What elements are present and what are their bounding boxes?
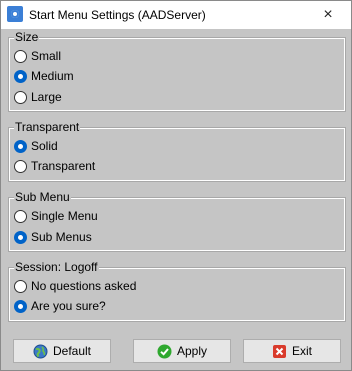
radio-circle bbox=[14, 49, 27, 63]
logoff-group-label: Session: Logoff bbox=[14, 260, 99, 274]
radio-large[interactable]: Large bbox=[14, 88, 62, 106]
exit-button-label: Exit bbox=[291, 344, 312, 358]
radio-label-small: Small bbox=[31, 49, 62, 63]
transparent-group: Transparent Solid Transparent bbox=[8, 120, 346, 182]
transparent-group-label: Transparent bbox=[14, 120, 81, 134]
radio-are-you-sure[interactable]: Are you sure? bbox=[14, 297, 106, 315]
radio-transparent[interactable]: Transparent bbox=[14, 157, 95, 175]
close-x-icon bbox=[272, 344, 287, 359]
size-group: Size Small Medium Large bbox=[8, 30, 346, 112]
radio-label-no-questions: No questions asked bbox=[31, 279, 137, 293]
radio-label-medium: Medium bbox=[31, 69, 74, 83]
submenu-group-label: Sub Menu bbox=[14, 190, 71, 204]
radio-medium[interactable]: Medium bbox=[14, 67, 74, 85]
settings-window: Start Menu Settings (AADServer) × Size S… bbox=[0, 0, 352, 371]
radio-sub-menus[interactable]: Sub Menus bbox=[14, 228, 92, 246]
logoff-group: Session: Logoff No questions asked Are y… bbox=[8, 260, 346, 322]
apply-button[interactable]: Apply bbox=[133, 339, 231, 363]
radio-circle bbox=[14, 159, 27, 173]
radio-circle bbox=[14, 230, 27, 244]
size-group-label: Size bbox=[14, 30, 40, 44]
settings-app-icon bbox=[7, 6, 23, 22]
radio-no-questions[interactable]: No questions asked bbox=[14, 277, 136, 295]
radio-circle bbox=[14, 209, 27, 223]
radio-circle bbox=[14, 139, 27, 153]
title-bar[interactable]: Start Menu Settings (AADServer) × bbox=[1, 1, 351, 29]
radio-label-single-menu: Single Menu bbox=[31, 209, 98, 223]
radio-circle bbox=[14, 69, 27, 83]
radio-circle bbox=[14, 299, 27, 313]
radio-label-sub-menus: Sub Menus bbox=[31, 230, 92, 244]
globe-icon bbox=[33, 344, 48, 359]
close-button[interactable]: × bbox=[305, 1, 351, 29]
radio-solid[interactable]: Solid bbox=[14, 137, 58, 155]
window-title: Start Menu Settings (AADServer) bbox=[29, 8, 206, 22]
radio-small[interactable]: Small bbox=[14, 47, 61, 65]
radio-circle bbox=[14, 90, 27, 104]
close-icon: × bbox=[323, 6, 333, 23]
apply-button-label: Apply bbox=[176, 344, 208, 358]
radio-label-large: Large bbox=[31, 90, 62, 104]
radio-circle bbox=[14, 279, 27, 293]
default-button[interactable]: Default bbox=[13, 339, 111, 363]
submenu-group: Sub Menu Single Menu Sub Menus bbox=[8, 190, 346, 252]
radio-label-are-you-sure: Are you sure? bbox=[31, 299, 106, 313]
radio-label-transparent: Transparent bbox=[31, 159, 96, 173]
default-button-label: Default bbox=[52, 344, 92, 358]
radio-label-solid: Solid bbox=[31, 139, 58, 153]
checkmark-icon bbox=[157, 344, 172, 359]
exit-button[interactable]: Exit bbox=[243, 339, 341, 363]
radio-single-menu[interactable]: Single Menu bbox=[14, 207, 98, 225]
